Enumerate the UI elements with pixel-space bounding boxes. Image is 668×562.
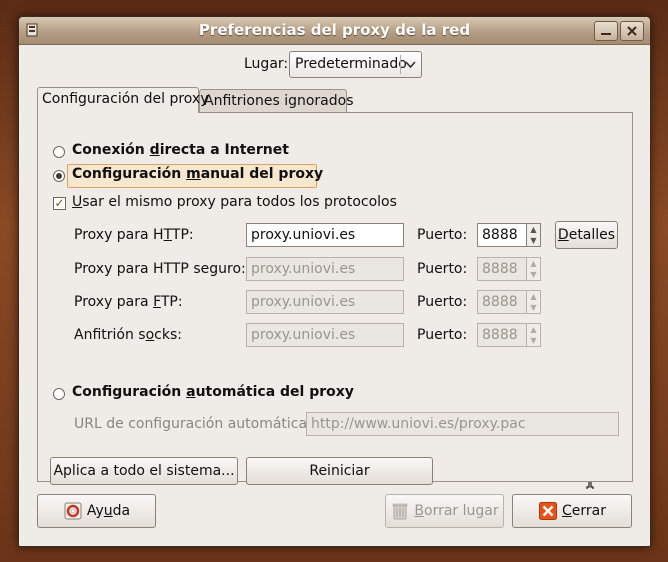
spin-down-icon[interactable]: ▼ <box>527 302 540 313</box>
socks-port-label: Puerto: <box>417 327 468 343</box>
same-proxy-checkbox[interactable]: ✓ <box>53 197 66 210</box>
minimize-icon <box>601 33 611 35</box>
manual-proxy-label[interactable]: Configuración manual del proxy <box>72 166 323 182</box>
location-selected: Predeterminado <box>295 56 407 72</box>
auto-proxy-radio[interactable] <box>53 388 65 400</box>
spin-up-icon[interactable]: ▲ <box>527 258 540 269</box>
socks-host-label: Anfitrión socks: <box>74 327 182 343</box>
titlebar[interactable]: Preferencias del proxy de la red <box>19 17 650 45</box>
auto-config-url-label: URL de configuración automática: <box>74 416 312 432</box>
close-icon <box>627 26 637 36</box>
ftp-proxy-label: Proxy para FTP: <box>74 294 183 310</box>
reset-button[interactable]: Reiniciar <box>246 457 433 485</box>
spin-up-icon[interactable]: ▲ <box>527 324 540 335</box>
proxy-configuration-panel: Conexión directa a Internet Configuració… <box>37 112 633 485</box>
spin-down-icon[interactable]: ▼ <box>527 269 540 280</box>
spin-up-icon[interactable]: ▲ <box>527 224 540 235</box>
ftp-port-label: Puerto: <box>417 294 468 310</box>
auto-config-url-input[interactable]: http://www.uniovi.es/proxy.pac <box>306 412 619 436</box>
ftp-proxy-input[interactable]: proxy.uniovi.es <box>246 290 404 314</box>
delete-location-button[interactable]: Borrar lugar <box>385 494 504 528</box>
tab-proxy-configuration[interactable]: Configuración del proxy <box>37 87 208 113</box>
location-combo[interactable]: Predeterminado <box>289 51 422 78</box>
socks-port-input[interactable]: 8888 <box>477 323 527 347</box>
chevron-down-icon <box>405 61 416 69</box>
socks-port-spinner[interactable]: ▲ ▼ <box>527 323 541 347</box>
auto-proxy-label[interactable]: Configuración automática del proxy <box>72 384 354 400</box>
delete-location-label: Borrar lugar <box>414 503 499 519</box>
http-port-label: Puerto: <box>417 227 468 243</box>
combo-separator <box>400 55 401 74</box>
window-title: Preferencias del proxy de la red <box>198 21 471 39</box>
manual-proxy-radio[interactable] <box>53 170 65 182</box>
close-button[interactable]: Cerrar <box>512 494 632 528</box>
same-proxy-label[interactable]: Usar el mismo proxy para todos los proto… <box>72 194 397 210</box>
https-proxy-label: Proxy para HTTP seguro: <box>74 261 246 277</box>
spin-down-icon[interactable]: ▼ <box>527 235 540 246</box>
https-port-input[interactable]: 8888 <box>477 257 527 281</box>
ftp-port-input[interactable]: 8888 <box>477 290 527 314</box>
direct-connection-radio[interactable] <box>53 146 65 158</box>
spin-down-icon[interactable]: ▼ <box>527 335 540 346</box>
trash-icon <box>390 501 410 521</box>
radio-dot <box>56 173 62 179</box>
http-proxy-label: Proxy para HTTP: <box>74 227 194 243</box>
https-port-spinner[interactable]: ▲ ▼ <box>527 257 541 281</box>
http-port-spinner[interactable]: ▲ ▼ <box>527 223 541 247</box>
socks-host-input[interactable]: proxy.uniovi.es <box>246 323 404 347</box>
details-button[interactable]: Detalles <box>555 221 618 249</box>
location-label: Lugar: <box>244 56 289 72</box>
direct-connection-label[interactable]: Conexión directa a Internet <box>72 142 289 158</box>
help-button[interactable]: Ayuda <box>37 494 156 528</box>
ftp-port-spinner[interactable]: ▲ ▼ <box>527 290 541 314</box>
close-label: Cerrar <box>562 503 606 519</box>
close-window-button[interactable] <box>620 21 644 41</box>
help-label: Ayuda <box>86 503 131 519</box>
https-port-label: Puerto: <box>417 261 468 277</box>
tab-ignored-hosts[interactable]: Anfitriones ignorados <box>199 89 354 113</box>
http-port-input[interactable]: 8888 <box>477 223 527 247</box>
close-x-icon <box>538 501 558 521</box>
spin-up-icon[interactable]: ▲ <box>527 291 540 302</box>
help-lifebuoy-icon <box>63 501 83 521</box>
http-proxy-input[interactable]: proxy.uniovi.es <box>246 223 404 247</box>
proxy-preferences-window: Preferencias del proxy de la red Lugar: … <box>18 16 651 547</box>
https-proxy-input[interactable]: proxy.uniovi.es <box>246 257 404 281</box>
minimize-button[interactable] <box>594 21 618 41</box>
apply-system-wide-button[interactable]: Aplica a todo el sistema... <box>50 457 238 485</box>
